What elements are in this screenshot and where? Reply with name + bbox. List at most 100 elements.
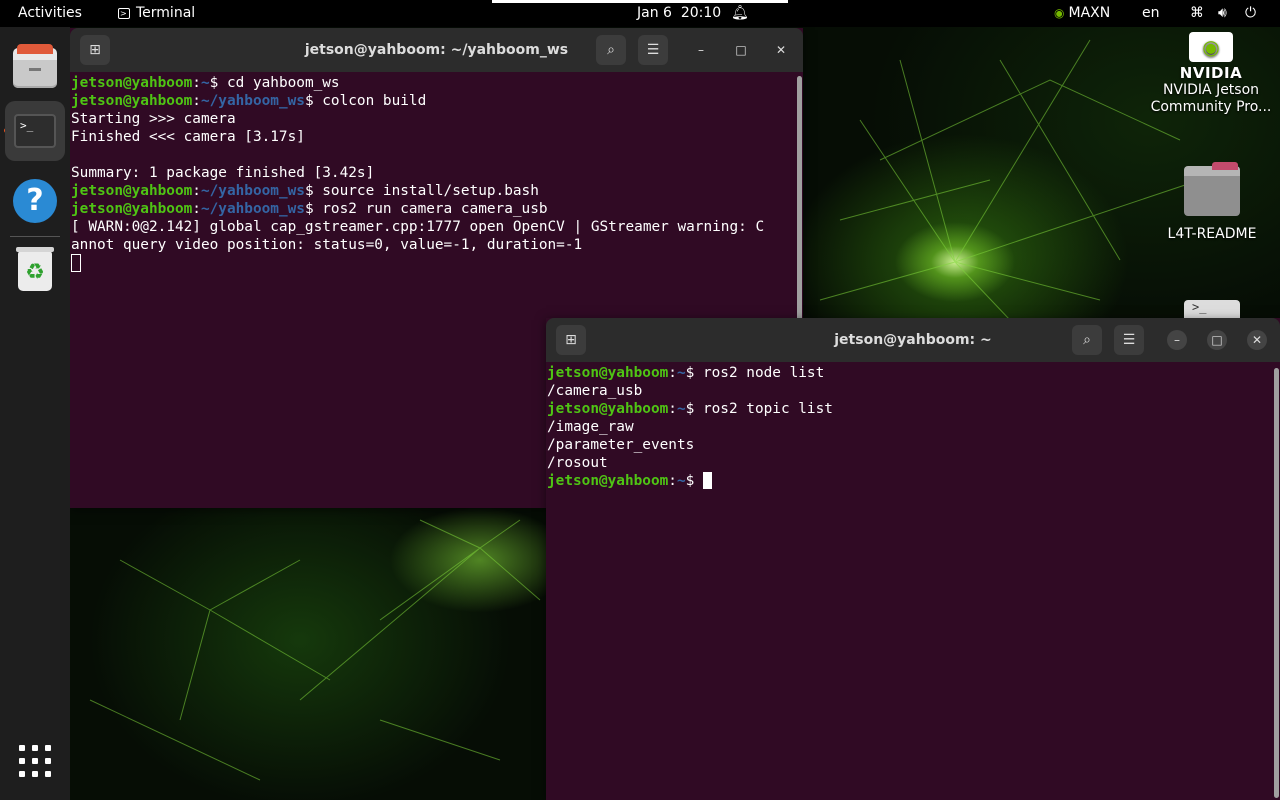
prompt-line: jetson@yahboom:~$ cd yahboom_ws — [71, 74, 793, 92]
activities-button[interactable]: Activities — [18, 0, 82, 27]
command-text: ros2 topic list — [702, 401, 833, 417]
output-line: /image_raw — [547, 419, 634, 435]
close-button[interactable]: ✕ — [771, 40, 791, 60]
maximize-button[interactable]: □ — [1207, 330, 1227, 350]
prompt-symbol: $ — [304, 93, 323, 109]
power-icon[interactable]: ⏻ — [1245, 0, 1256, 27]
close-button[interactable]: ✕ — [1247, 330, 1267, 350]
prompt-user: jetson@yahboom — [547, 401, 669, 417]
prompt-line: jetson@yahboom:~$ — [547, 472, 1270, 490]
dock-separator — [10, 236, 60, 237]
power-mode-button[interactable]: ◉ MAXN — [1054, 0, 1110, 27]
prompt-symbol: $ — [685, 401, 703, 417]
prompt-user: jetson@yahboom — [547, 365, 669, 381]
desktop-icon-terminal-partial[interactable]: >_ — [1184, 300, 1240, 320]
dock-trash-button[interactable]: ♻ — [5, 241, 65, 301]
top-bar: Activities > Terminal Jan 6 20:10 🔔︎ ◉ M… — [0, 0, 1280, 27]
window-titlebar[interactable]: jetson@yahboom: ~ ⊞ ⌕ ☰ – □ ✕ — [546, 318, 1280, 362]
power-mode-label: MAXN — [1068, 5, 1111, 21]
dock-terminal-button[interactable]: >_ — [5, 101, 65, 161]
prompt-user: jetson@yahboom — [547, 473, 669, 489]
app-menu-button[interactable]: > Terminal — [118, 0, 195, 27]
desktop-icon-l4t-readme[interactable]: L4T-README — [1160, 162, 1264, 242]
prompt-path: ~/yahboom_ws — [200, 183, 305, 199]
volume-icon[interactable]: 🔊︎ — [1218, 0, 1227, 27]
search-icon[interactable]: ⌕ — [596, 35, 626, 65]
dock-help-button[interactable]: ? — [5, 171, 65, 231]
prompt-path: ~/yahboom_ws — [200, 93, 305, 109]
minimize-button[interactable]: – — [691, 40, 711, 60]
time-label: 20:10 — [680, 5, 722, 21]
output-line: Starting >>> camera — [71, 111, 236, 127]
output-line: Summary: 1 package finished [3.42s] — [71, 165, 375, 181]
window-titlebar[interactable]: jetson@yahboom: ~/yahboom_ws ⊞ ⌕ ☰ – □ ✕ — [70, 28, 803, 72]
prompt-line: jetson@yahboom:~$ ros2 node list — [547, 364, 1270, 382]
prompt-separator: : — [192, 93, 201, 109]
trash-icon: ♻ — [16, 247, 54, 291]
clock-button[interactable]: Jan 6 20:10 — [637, 0, 721, 27]
folder-icon — [1184, 162, 1240, 216]
scrollbar[interactable] — [1274, 368, 1279, 798]
help-icon: ? — [13, 179, 57, 223]
dock-files-button[interactable] — [5, 38, 65, 98]
app-menu-label: Terminal — [136, 5, 196, 21]
bell-icon[interactable]: 🔔︎ — [731, 0, 749, 27]
prompt-symbol: $ — [209, 75, 227, 91]
prompt-separator: : — [192, 201, 201, 217]
language-indicator[interactable]: en — [1142, 0, 1160, 27]
desktop-icon-label: L4T-README — [1167, 226, 1257, 242]
date-label: Jan 6 — [637, 5, 672, 21]
hamburger-menu-icon[interactable]: ☰ — [638, 35, 668, 65]
text-cursor — [702, 472, 712, 489]
output-line: /parameter_events — [547, 437, 695, 453]
prompt-symbol: $ — [304, 201, 323, 217]
scrollbar[interactable] — [797, 76, 802, 336]
prompt-separator: : — [668, 473, 677, 489]
maximize-button[interactable]: □ — [731, 40, 751, 60]
prompt-user: jetson@yahboom — [71, 183, 193, 199]
terminal-window-home[interactable]: jetson@yahboom: ~ ⊞ ⌕ ☰ – □ ✕ jetson@yah… — [546, 318, 1280, 800]
prompt-line: jetson@yahboom:~/yahboom_ws$ colcon buil… — [71, 92, 793, 110]
new-tab-icon[interactable]: ⊞ — [80, 35, 110, 65]
prompt-separator: : — [668, 365, 677, 381]
prompt-path: ~ — [676, 365, 686, 381]
nvidia-brand-text: NVIDIA — [1179, 64, 1243, 82]
prompt-symbol: $ — [685, 365, 703, 381]
prompt-user: jetson@yahboom — [71, 201, 193, 217]
cursor-line — [71, 254, 793, 272]
prompt-user: jetson@yahboom — [71, 93, 193, 109]
prompt-symbol: $ — [304, 183, 323, 199]
prompt-separator: : — [668, 401, 677, 417]
terminal-icon: >_ — [14, 114, 56, 148]
search-icon[interactable]: ⌕ — [1072, 325, 1102, 355]
command-text: colcon build — [322, 93, 427, 109]
prompt-path: ~ — [200, 75, 210, 91]
prompt-path: ~ — [676, 401, 686, 417]
prompt-separator: : — [192, 183, 201, 199]
hamburger-menu-icon[interactable]: ☰ — [1114, 325, 1144, 355]
prompt-line: jetson@yahboom:~/yahboom_ws$ ros2 run ca… — [71, 200, 793, 218]
nvidia-icon: ◉ — [1054, 6, 1065, 20]
dock: >_ ? ♻ — [0, 27, 70, 800]
terminal-icon: > — [118, 8, 130, 19]
prompt-path: ~/yahboom_ws — [200, 201, 305, 217]
nvidia-logo-icon: ◉ — [1189, 32, 1233, 62]
output-line: /camera_usb — [547, 383, 643, 399]
prompt-path: ~ — [676, 473, 686, 489]
network-icon[interactable]: ⌘ — [1190, 0, 1204, 27]
output-line: Finished <<< camera [3.17s] — [71, 129, 305, 145]
prompt-user: jetson@yahboom — [71, 75, 193, 91]
output-line: /rosout — [547, 455, 608, 471]
terminal-output[interactable]: jetson@yahboom:~$ ros2 node list/camera_… — [547, 364, 1270, 800]
new-tab-icon[interactable]: ⊞ — [556, 325, 586, 355]
minimize-button[interactable]: – — [1167, 330, 1187, 350]
prompt-line: jetson@yahboom:~/yahboom_ws$ source inst… — [71, 182, 793, 200]
desktop-icon-nvidia-jetson[interactable]: ◉ NVIDIA NVIDIA Jetson Community Pro... — [1148, 32, 1274, 116]
show-apps-icon[interactable] — [19, 745, 51, 777]
prompt-line: jetson@yahboom:~$ ros2 topic list — [547, 400, 1270, 418]
files-icon — [13, 44, 57, 88]
command-text: ros2 node list — [702, 365, 825, 381]
command-text: source install/setup.bash — [322, 183, 539, 199]
output-line: [ WARN:0@2.142] global cap_gstreamer.cpp… — [71, 219, 765, 235]
